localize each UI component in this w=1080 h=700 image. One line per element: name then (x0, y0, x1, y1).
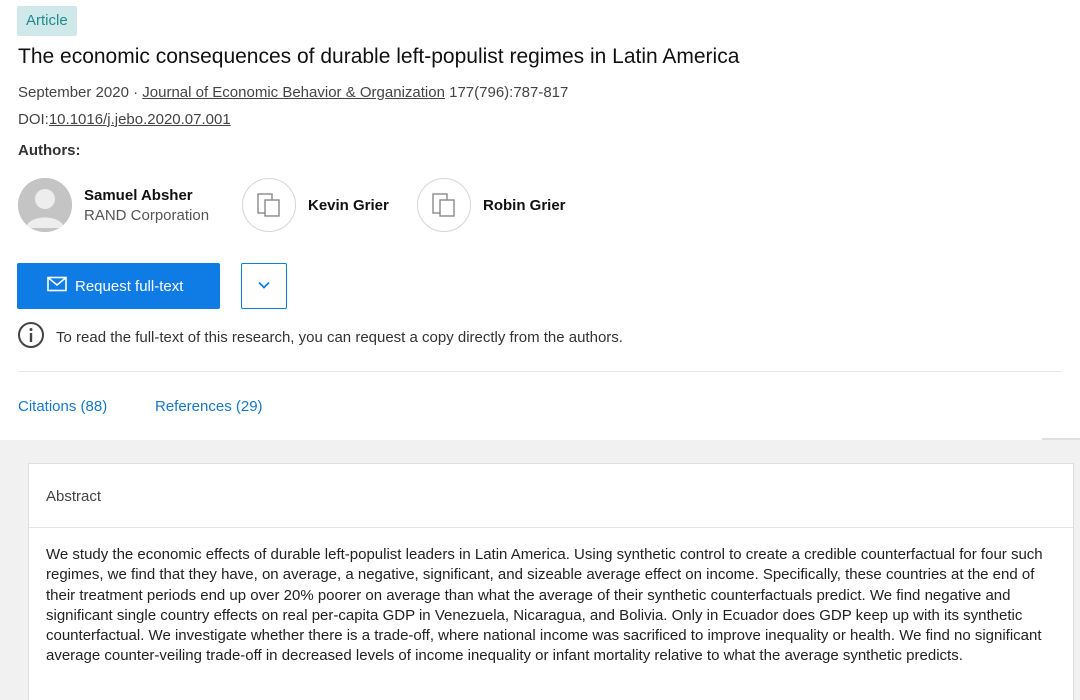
header-divider (18, 371, 1062, 372)
request-info-text: To read the full-text of this research, … (56, 329, 623, 346)
abstract-heading: Abstract (29, 464, 1073, 528)
scroll-edge (1042, 438, 1080, 440)
publication-meta: September 2020 · Journal of Economic Beh… (18, 84, 568, 101)
publication-date: September 2020 (18, 84, 129, 101)
avatar-icon (18, 178, 72, 232)
abstract-card: Abstract We study the economic effects o… (28, 463, 1074, 700)
volume-pages: 177(796):787-817 (449, 84, 569, 101)
info-icon (17, 321, 45, 354)
author-name[interactable]: Samuel Absher (84, 187, 209, 204)
more-options-button[interactable] (241, 263, 287, 309)
article-type-badge: Article (17, 6, 77, 36)
envelope-icon (47, 276, 67, 296)
author-card-kevin-grier[interactable]: Kevin Grier (242, 178, 389, 232)
journal-link[interactable]: Journal of Economic Behavior & Organizat… (142, 84, 445, 101)
request-full-text-button[interactable]: Request full-text (17, 263, 220, 309)
request-full-text-label: Request full-text (75, 277, 184, 295)
article-header: Article The economic consequences of dur… (0, 0, 1080, 440)
author-card-robin-grier[interactable]: Robin Grier (417, 178, 566, 232)
author-name[interactable]: Robin Grier (483, 197, 566, 214)
author-affiliation: RAND Corporation (84, 206, 210, 224)
author-name[interactable]: Kevin Grier (308, 197, 389, 214)
doi-link[interactable]: 10.1016/j.jebo.2020.07.001 (49, 111, 231, 128)
request-info-notice: To read the full-text of this research, … (17, 321, 623, 354)
authors-label: Authors: (18, 142, 81, 159)
meta-separator: · (133, 84, 139, 101)
tab-citations[interactable]: Citations (88) (18, 398, 107, 415)
article-title: The economic consequences of durable lef… (18, 45, 740, 68)
abstract-text: We study the economic effects of durable… (46, 546, 1043, 665)
tab-references[interactable]: References (29) (155, 398, 263, 415)
no-photo-icon (242, 178, 296, 232)
no-photo-icon (417, 178, 471, 232)
chevron-down-icon (257, 277, 271, 295)
author-card-samuel-absher[interactable]: Samuel Absher RAND Corporation (18, 178, 209, 232)
doi-row: DOI:10.1016/j.jebo.2020.07.001 (18, 111, 231, 128)
doi-prefix: DOI: (18, 111, 49, 128)
